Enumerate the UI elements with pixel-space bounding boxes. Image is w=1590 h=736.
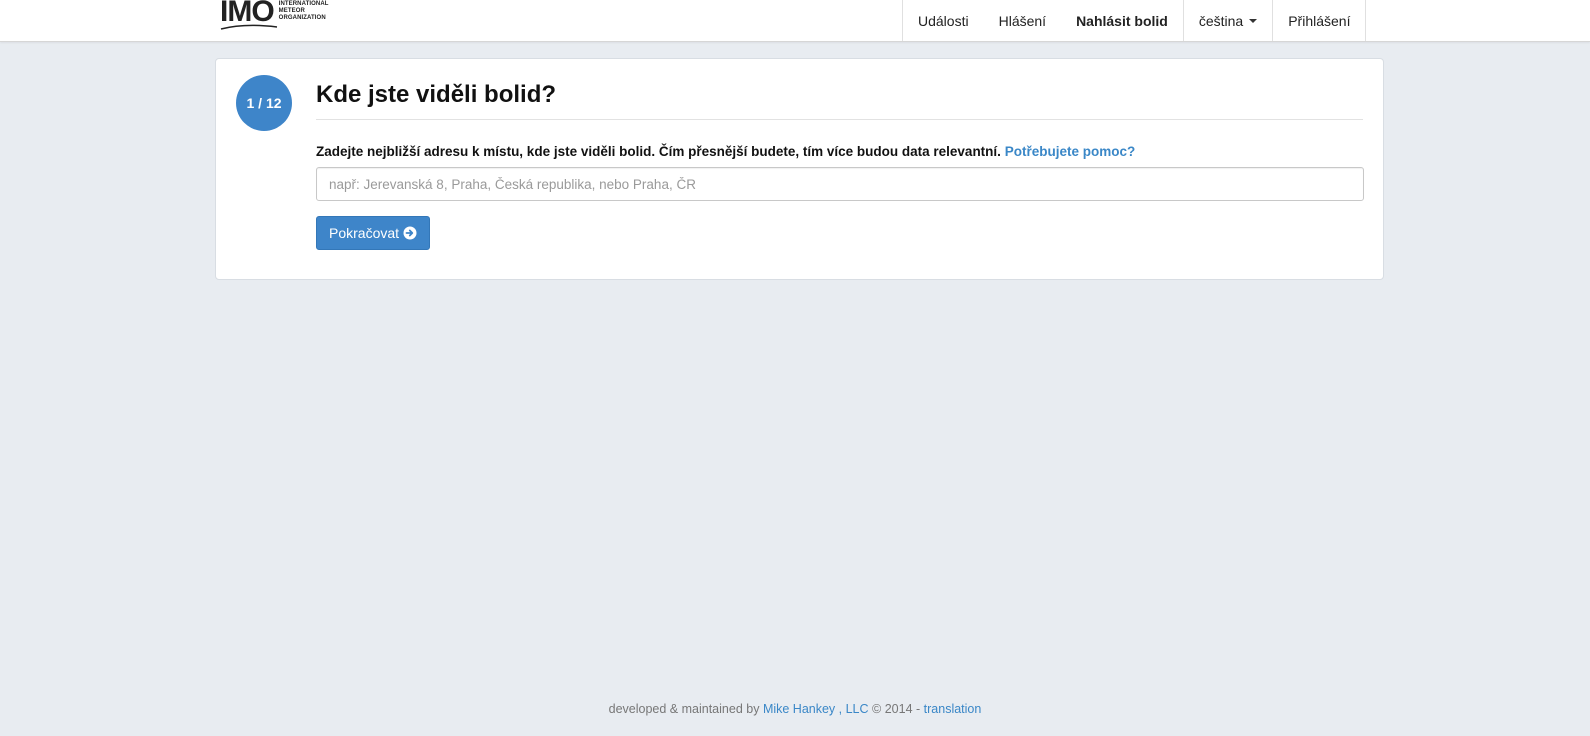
main-nav: Události Hlášení Nahlásit bolid čeština …: [902, 0, 1367, 41]
title-divider: [316, 119, 1363, 120]
help-link[interactable]: Potřebujete pomoc?: [1005, 144, 1136, 159]
step-counter-badge: 1 / 12: [236, 75, 292, 131]
instruction-label: Zadejte nejbližší adresu k místu, kde js…: [316, 144, 1001, 159]
page-title: Kde jste viděli bolid?: [316, 81, 557, 108]
nav-item-login[interactable]: Přihlášení: [1272, 0, 1367, 41]
language-label: čeština: [1198, 12, 1244, 29]
logo-sub-line: INTERNATIONAL: [278, 1, 329, 7]
footer-author-link[interactable]: Mike Hankey , LLC: [763, 702, 869, 716]
imo-logo[interactable]: IMO INTERNATIONAL METEOR ORGANIZATION: [220, 0, 329, 30]
top-navbar: IMO INTERNATIONAL METEOR ORGANIZATION Ud…: [0, 0, 1590, 42]
circle-arrow-right-icon: [403, 226, 417, 240]
logo-sub-line: ORGANIZATION: [278, 15, 326, 21]
footer-copyright: © 2014 -: [872, 702, 921, 716]
page-footer: developed & maintained by Mike Hankey , …: [0, 702, 1590, 716]
address-input[interactable]: [316, 167, 1364, 201]
footer-prefix: developed & maintained by: [608, 702, 760, 716]
logo-sub-line: METEOR: [278, 8, 305, 14]
logo-subtitle: INTERNATIONAL METEOR ORGANIZATION: [279, 1, 329, 22]
continue-button[interactable]: Pokračovat: [316, 216, 431, 250]
nav-item-language[interactable]: čeština: [1182, 0, 1272, 41]
logo-swoosh-icon: [220, 24, 278, 30]
nav-item-report-fireball[interactable]: Nahlásit bolid: [1061, 0, 1183, 41]
continue-label: Pokračovat: [329, 225, 400, 241]
step-card: 1 / 12 Kde jste viděli bolid? Zadejte ne…: [215, 58, 1384, 280]
nav-item-events[interactable]: Události: [903, 0, 984, 41]
footer-translation-link[interactable]: translation: [924, 702, 982, 716]
caret-down-icon: [1249, 18, 1258, 23]
nav-item-reports[interactable]: Hlášení: [984, 0, 1061, 41]
instruction-text: Zadejte nejbližší adresu k místu, kde js…: [316, 144, 1135, 159]
